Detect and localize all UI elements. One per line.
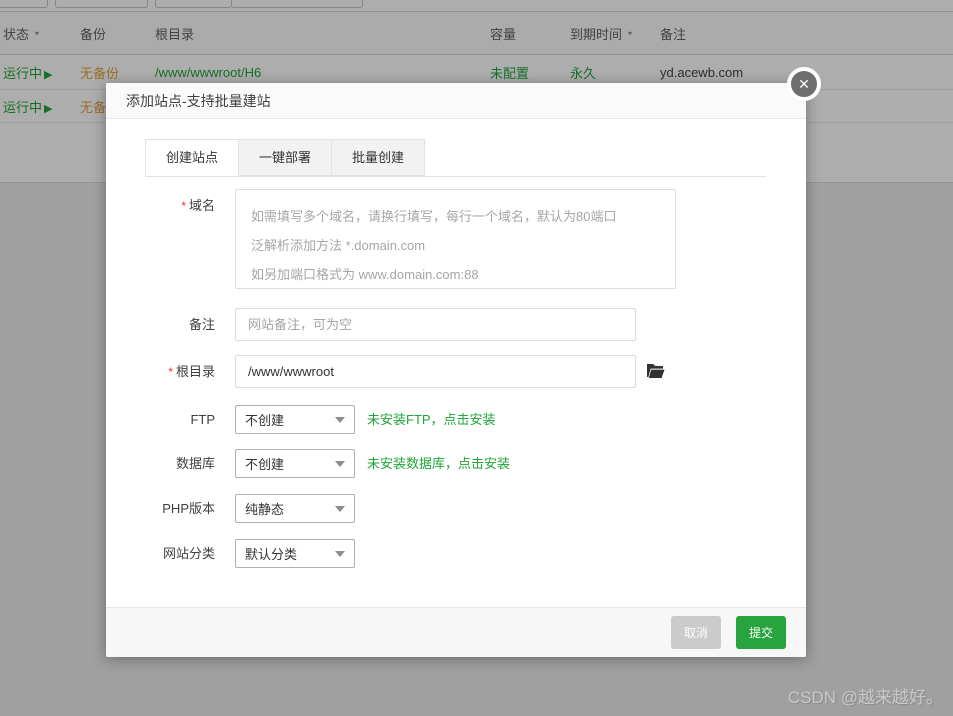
rootdir-input[interactable]: [235, 355, 636, 388]
modal-title: 添加站点-支持批量建站: [126, 92, 271, 109]
folder-icon[interactable]: [646, 363, 665, 379]
submit-button[interactable]: 提交: [735, 616, 786, 649]
modal-body: 创建站点 一键部署 批量创建 *域名 备注 *根目录: [106, 119, 806, 568]
ftp-select[interactable]: 不创建: [235, 405, 355, 434]
ftp-label: FTP: [190, 412, 215, 427]
rootdir-label: * 根目录: [168, 364, 215, 379]
tab-one-click-deploy[interactable]: 一键部署: [239, 139, 333, 176]
tab-bar: 创建站点 一键部署 批量创建: [145, 139, 766, 177]
form-row-ftp: FTP 不创建 未安装FTP，点击安装: [145, 405, 766, 434]
database-label: 数据库: [175, 456, 215, 471]
chevron-down-icon: [335, 416, 345, 423]
php-selected-value: 纯静态: [245, 502, 285, 517]
csdn-watermark: CSDN @越来越好。: [787, 688, 943, 707]
domain-textarea[interactable]: [235, 189, 676, 289]
category-select[interactable]: 默认分类: [235, 539, 355, 568]
category-label: 网站分类: [162, 546, 215, 561]
tab-create-site[interactable]: 创建站点: [145, 139, 240, 176]
note-input[interactable]: [235, 308, 636, 341]
form-row-category: 网站分类 默认分类: [145, 539, 766, 568]
modal-header: 添加站点-支持批量建站: [106, 83, 806, 119]
chevron-down-icon: [335, 505, 345, 512]
required-mark: *: [181, 199, 186, 213]
note-label: 备注: [188, 317, 215, 332]
php-version-select[interactable]: 纯静态: [235, 494, 355, 523]
screen: 状态 ▼ 备份 根目录 容量 到期时间 ▼ 备注 运行中 ▶ 无备份 /www/…: [0, 0, 953, 716]
form-row-database: 数据库 不创建 未安装数据库，点击安装: [145, 449, 766, 478]
ftp-selected-value: 不创建: [245, 413, 285, 428]
form-row-rootdir: * 根目录: [145, 355, 766, 389]
database-install-link[interactable]: 未安装数据库，点击安装: [367, 449, 510, 478]
form-row-domain: * 域名: [145, 189, 766, 289]
category-selected-value: 默认分类: [245, 547, 298, 562]
form-row-note: 备注: [145, 308, 766, 341]
domain-label: * 域名: [181, 198, 215, 213]
form-row-php: PHP版本 纯静态: [145, 494, 766, 523]
cancel-button[interactable]: 取消: [670, 616, 721, 649]
ftp-install-link[interactable]: 未安装FTP，点击安装: [367, 405, 496, 434]
database-select[interactable]: 不创建: [235, 449, 355, 478]
modal-footer: 取消 提交: [106, 607, 806, 657]
database-selected-value: 不创建: [245, 457, 285, 472]
add-site-modal: ✕ 添加站点-支持批量建站 创建站点 一键部署 批量创建 *域名 备注: [106, 67, 821, 657]
tab-batch-create[interactable]: 批量创建: [332, 139, 426, 176]
required-mark: *: [168, 365, 173, 379]
chevron-down-icon: [335, 460, 345, 467]
close-icon[interactable]: ✕: [787, 67, 821, 101]
chevron-down-icon: [335, 550, 345, 557]
php-version-label: PHP版本: [162, 501, 215, 516]
